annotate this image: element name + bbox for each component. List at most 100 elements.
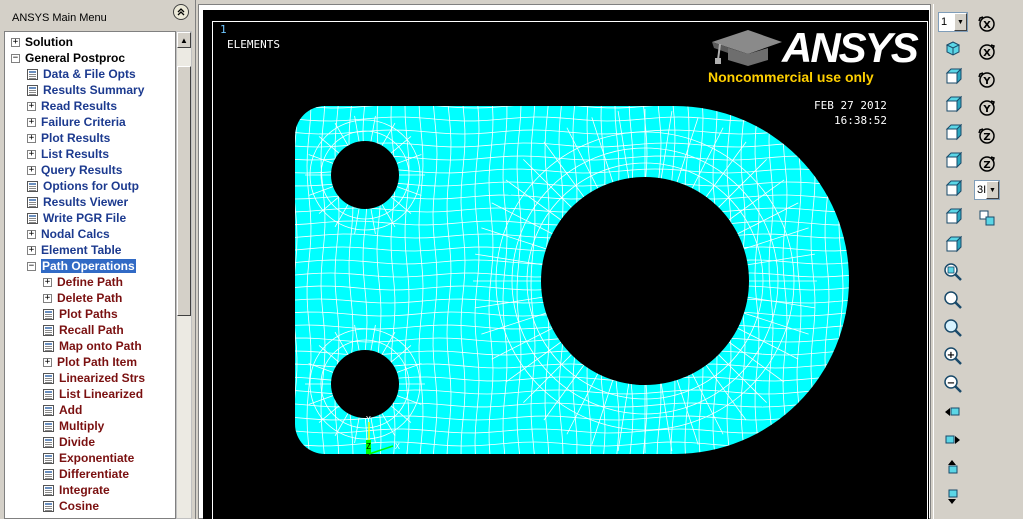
scroll-up-arrow-icon[interactable]: ▲ <box>177 32 191 48</box>
rotate-z-minus-icon[interactable]: Z <box>974 152 1000 176</box>
menu-item-plot-results[interactable]: + Plot Results <box>27 130 110 146</box>
menu-item-add[interactable]: Add <box>43 402 82 418</box>
ansys-logo-text: ANSYS <box>782 24 919 71</box>
dialog-form-icon <box>27 212 38 224</box>
expand-plus-icon[interactable]: + <box>27 133 36 143</box>
menu-item-delete-path[interactable]: + Delete Path <box>43 290 122 306</box>
collapse-minus-icon[interactable]: − <box>27 261 36 271</box>
expand-plus-icon[interactable]: + <box>27 229 36 239</box>
view-direction-select[interactable]: 3I ▼ <box>974 180 1000 200</box>
pan-down-icon[interactable] <box>940 484 966 508</box>
menu-item-query-results[interactable]: + Query Results <box>27 162 122 178</box>
dialog-form-icon <box>43 324 54 336</box>
menu-item-list-linearized[interactable]: List Linearized <box>43 386 143 402</box>
menu-item-nodal-calcs[interactable]: + Nodal Calcs <box>27 226 110 242</box>
double-chevron-up-icon[interactable] <box>173 4 189 20</box>
dropdown-arrow-icon[interactable]: ▼ <box>986 181 999 199</box>
dialog-form-icon <box>27 180 38 192</box>
zoom-out-icon[interactable]: − <box>940 372 966 396</box>
menu-item-label: Plot Results <box>41 131 111 145</box>
window-number-value: 1 <box>941 16 948 28</box>
ansys-logo: ANSYS Noncommercial use only <box>708 24 919 88</box>
menu-item-integrate[interactable]: Integrate <box>43 482 110 498</box>
expand-plus-icon[interactable]: + <box>43 357 52 367</box>
menu-item-label: Nodal Calcs <box>41 227 110 241</box>
menu-item-data-file-opts[interactable]: Data & File Opts <box>27 66 136 82</box>
graphics-window[interactable]: Y Z X 1 ELEMENTS FEB 27 2012 16:38:52 ANSY… <box>203 10 929 519</box>
svg-text:Z: Z <box>983 132 990 143</box>
menu-item-label: Plot Path Item <box>57 355 138 369</box>
menu-item-results-summary[interactable]: Results Summary <box>27 82 144 98</box>
menu-item-options-for-outp[interactable]: Options for Outp <box>27 178 139 194</box>
svg-text:+: + <box>947 350 955 361</box>
bottom-view-icon[interactable] <box>940 176 966 200</box>
expand-plus-icon[interactable]: + <box>27 165 36 175</box>
left-view-icon[interactable] <box>940 204 966 228</box>
rotate-y-plus-icon[interactable]: Y <box>974 68 1000 92</box>
dynamic-mode-icon[interactable] <box>974 206 1000 230</box>
menu-item-write-pgr-file[interactable]: Write PGR File <box>27 210 126 226</box>
menu-item-list-results[interactable]: + List Results <box>27 146 109 162</box>
menu-item-general-postproc[interactable]: − General Postproc <box>11 50 125 66</box>
expand-plus-icon[interactable]: + <box>27 245 36 255</box>
menu-item-element-table[interactable]: + Element Table <box>27 242 121 258</box>
dialog-form-icon <box>27 68 38 80</box>
menu-scrollbar[interactable]: ▲ <box>176 31 192 519</box>
rotate-x-plus-icon[interactable]: X <box>974 12 1000 36</box>
expand-plus-icon[interactable]: + <box>27 117 36 127</box>
menu-item-plot-paths[interactable]: Plot Paths <box>43 306 118 322</box>
ansys-window: ANSYS Main Menu + Solution − General Postpr… <box>0 0 1023 519</box>
back-view-icon[interactable] <box>940 120 966 144</box>
window-number-select[interactable]: 1 ▼ <box>938 12 968 32</box>
dialog-form-icon <box>43 404 54 416</box>
menu-item-label: Failure Criteria <box>41 115 126 129</box>
menu-item-label: General Postproc <box>25 51 126 65</box>
menu-item-map-onto-path[interactable]: Map onto Path <box>43 338 142 354</box>
expand-plus-icon[interactable]: + <box>27 101 36 111</box>
expand-plus-icon[interactable]: + <box>27 149 36 159</box>
menu-item-path-operations[interactable]: − Path Operations <box>27 258 136 274</box>
menu-item-define-path[interactable]: + Define Path <box>43 274 123 290</box>
zoom-fit-icon[interactable] <box>940 260 966 284</box>
menu-item-linearized-strs[interactable]: Linearized Strs <box>43 370 145 386</box>
menu-item-label: Map onto Path <box>59 339 142 353</box>
rotate-z-plus-icon[interactable]: Z <box>974 124 1000 148</box>
zoom-in-icon[interactable]: + <box>940 344 966 368</box>
iso-view-icon[interactable] <box>940 36 966 60</box>
menu-item-plot-path-item[interactable]: + Plot Path Item <box>43 354 137 370</box>
dialog-form-icon <box>43 500 54 512</box>
plot-date: FEB 27 2012 <box>814 99 887 112</box>
menu-tree: + Solution − General Postproc Data & File Op… <box>4 31 176 519</box>
top-view-icon[interactable] <box>940 148 966 172</box>
pan-right-icon[interactable] <box>940 428 966 452</box>
rotate-y-minus-icon[interactable]: Y <box>974 96 1000 120</box>
menu-item-exponentiate[interactable]: Exponentiate <box>43 450 134 466</box>
dropdown-arrow-icon[interactable]: ▼ <box>954 13 967 31</box>
menu-item-differentiate[interactable]: Differentiate <box>43 466 129 482</box>
menu-item-label: Results Summary <box>43 83 145 97</box>
rotate-x-minus-icon[interactable]: X <box>974 40 1000 64</box>
svg-text:Z: Z <box>983 160 990 171</box>
expand-plus-icon[interactable]: + <box>43 293 52 303</box>
zoom-icon[interactable] <box>940 288 966 312</box>
menu-item-label: Plot Paths <box>59 307 118 321</box>
menu-item-read-results[interactable]: + Read Results <box>27 98 117 114</box>
pan-left-icon[interactable] <box>940 400 966 424</box>
menu-item-divide[interactable]: Divide <box>43 434 95 450</box>
menu-item-cosine[interactable]: Cosine <box>43 498 99 514</box>
menu-item-results-viewer[interactable]: Results Viewer <box>27 194 128 210</box>
front-view-icon[interactable] <box>940 92 966 116</box>
zoom-back-icon[interactable] <box>940 316 966 340</box>
expand-plus-icon[interactable]: + <box>11 37 20 47</box>
menu-item-failure-criteria[interactable]: + Failure Criteria <box>27 114 126 130</box>
menu-item-solution[interactable]: + Solution <box>11 34 73 50</box>
collapse-minus-icon[interactable]: − <box>11 53 20 63</box>
menu-item-multiply[interactable]: Multiply <box>43 418 104 434</box>
menu-item-recall-path[interactable]: Recall Path <box>43 322 124 338</box>
scroll-thumb[interactable] <box>177 66 191 316</box>
oblique-view-icon[interactable] <box>940 64 966 88</box>
expand-plus-icon[interactable]: + <box>43 277 52 287</box>
pan-up-icon[interactable] <box>940 456 966 480</box>
svg-text:Y: Y <box>982 76 991 87</box>
right-view-icon[interactable] <box>940 232 966 256</box>
